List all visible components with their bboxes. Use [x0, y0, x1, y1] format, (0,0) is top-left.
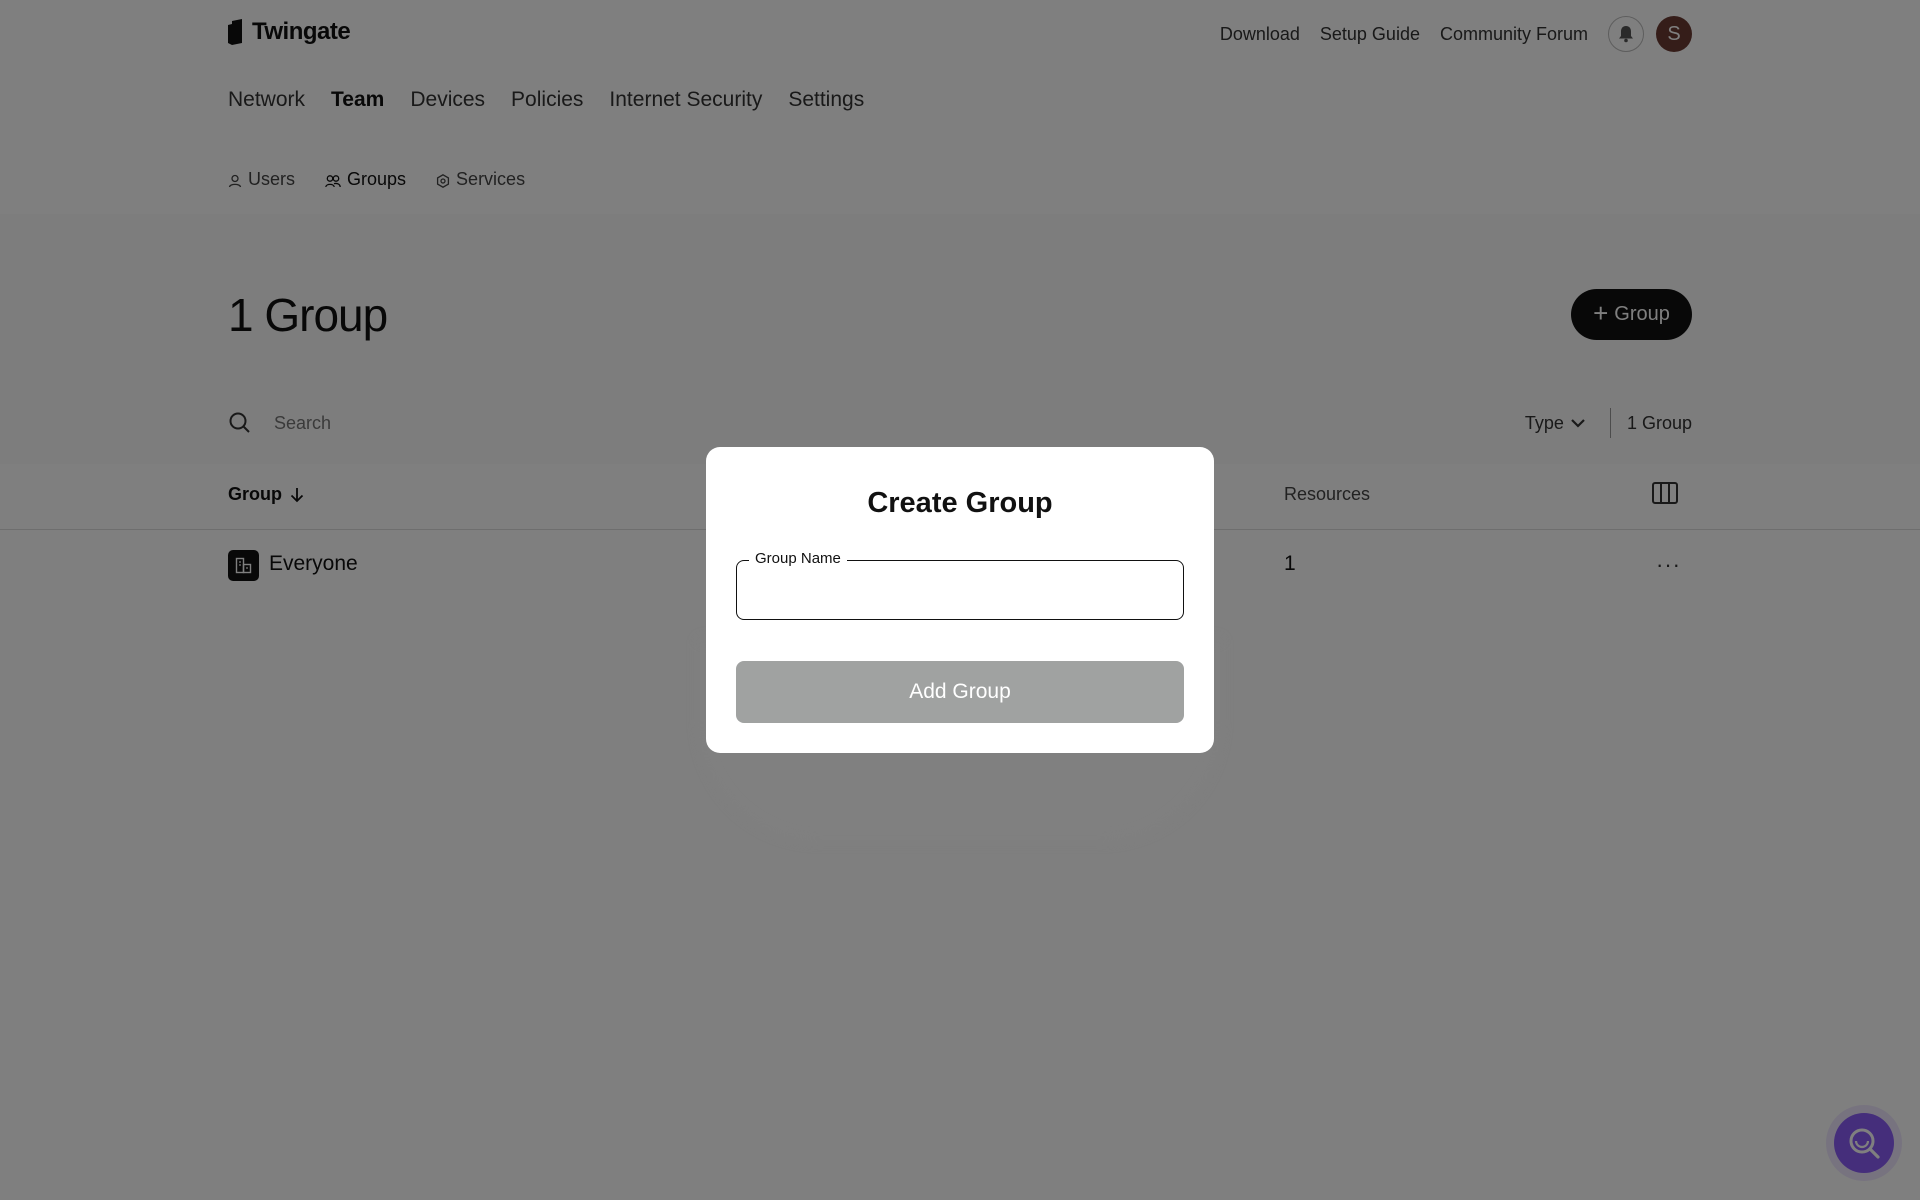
group-name-input[interactable]: [737, 561, 1183, 619]
group-name-field[interactable]: Group Name: [736, 550, 1184, 620]
create-group-dialog: Create Group Group Name Add Group: [706, 447, 1214, 753]
add-group-submit-button[interactable]: Add Group: [736, 661, 1184, 723]
dialog-title: Create Group: [867, 487, 1053, 519]
